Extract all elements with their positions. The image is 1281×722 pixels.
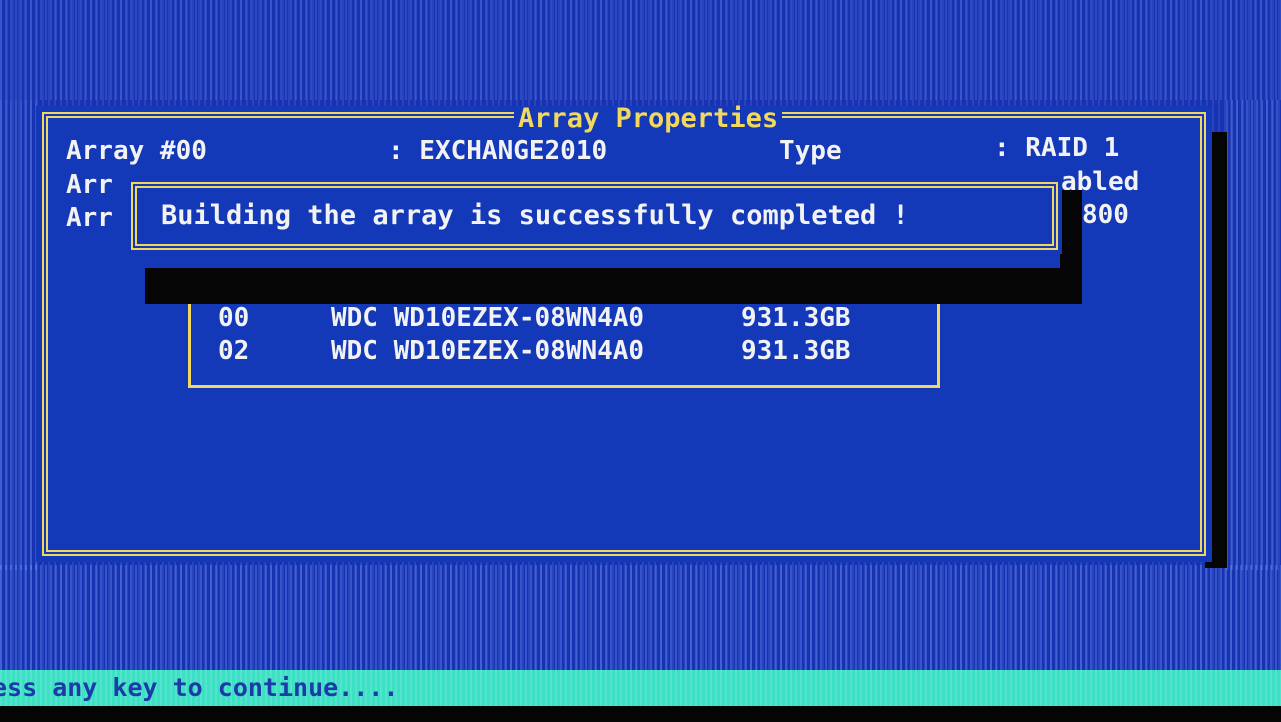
array-field-label-3: Arr [66,203,113,233]
array-field-label-2: Arr [66,170,113,200]
popup-shadow-right [1060,190,1082,280]
disk-row-model: WDC WD10EZEX-08WN4A0 [331,303,645,333]
disk-row-size: 931.3GB [741,336,851,366]
member-disk-list: 00 WDC WD10EZEX-08WN4A0 931.3GB 02 WDC W… [188,296,940,388]
screen-background-right [1226,100,1281,570]
window-title: Array Properties [514,105,783,132]
disk-row-model: WDC WD10EZEX-08WN4A0 [331,336,645,366]
screen-bottom-edge [0,706,1281,722]
screen-background-left [0,100,38,570]
array-label: Array #00 [66,136,207,166]
screen-background-top [0,0,1281,100]
press-any-key-prompt: ess any key to continue.... [0,673,399,702]
screen-background-bottom [0,565,1281,670]
array-field-value-3: 800 [1082,200,1129,230]
popup-shadow [145,268,1082,304]
disk-row-id: 02 [218,336,250,366]
disk-row-size: 931.3GB [741,303,851,333]
status-bar: ess any key to continue.... [0,670,1281,706]
array-name-value: : EXCHANGE2010 [388,136,608,166]
disk-row-id: 00 [218,303,250,333]
type-value: : RAID 1 [994,133,1120,163]
completion-message-dialog: Building the array is successfully compl… [127,178,1062,254]
type-label: Type [779,136,842,166]
completion-message: Building the array is successfully compl… [161,200,909,231]
